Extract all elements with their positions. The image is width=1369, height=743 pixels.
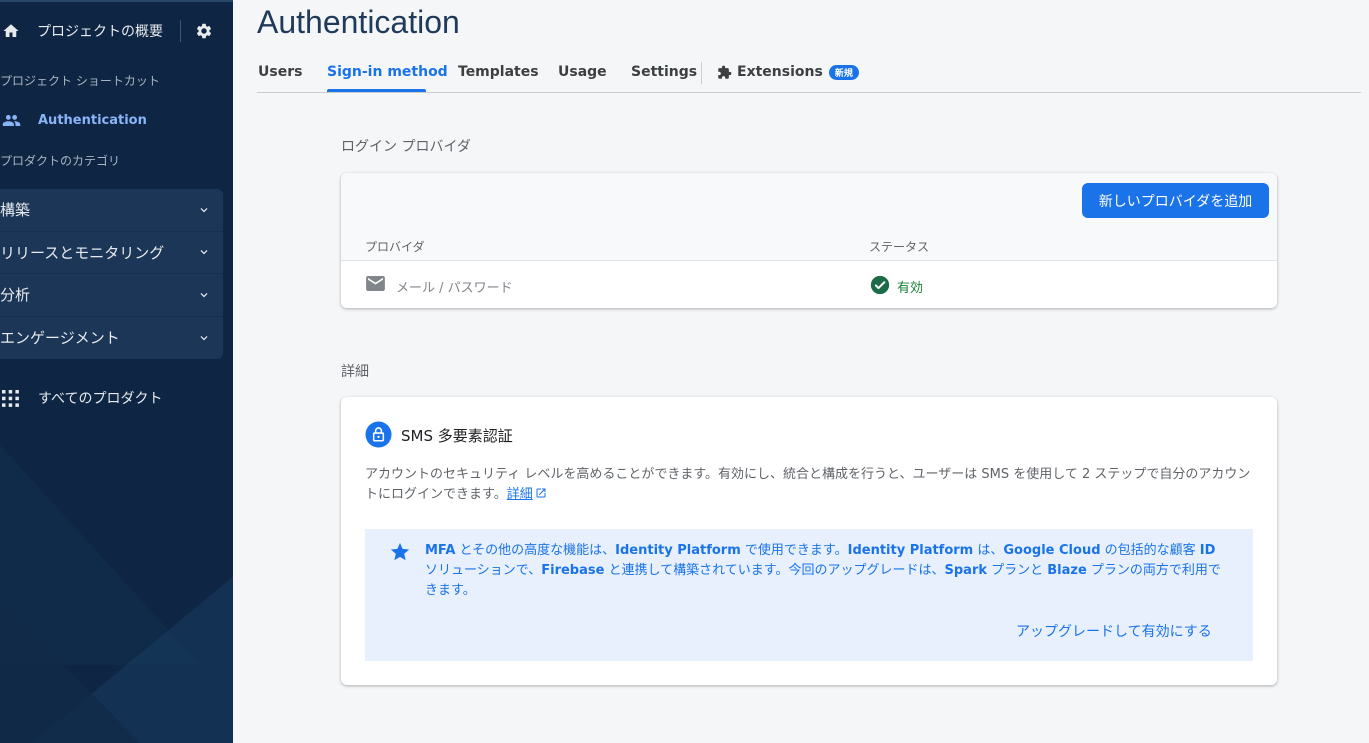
chevron-down-icon — [200, 335, 208, 341]
table-row[interactable]: メール / パスワード 有効 — [341, 260, 1277, 308]
all-products-item[interactable]: すべてのプロダクト — [0, 385, 233, 411]
provider-name: メール / パスワード — [396, 281, 513, 296]
check-circle-icon — [870, 275, 890, 295]
chevron-down-icon — [200, 207, 208, 213]
external-link-icon — [536, 488, 546, 498]
details-link[interactable]: 詳細 — [507, 487, 547, 502]
sidebar-divider — [0, 0, 233, 2]
tab-users[interactable]: Users — [258, 64, 302, 80]
lock-icon — [365, 421, 392, 448]
chevron-down-icon — [200, 292, 208, 298]
home-icon — [2, 22, 20, 40]
page-title: Authentication — [257, 4, 460, 40]
sms-mfa-title: SMS 多要素認証 — [401, 427, 513, 445]
details-link-label: 詳細 — [506, 487, 533, 502]
category-label: 構築 — [0, 201, 31, 220]
sms-mfa-description-text: アカウントのセキュリティ レベルを高めることができます。有効にし、統合と構成を行… — [365, 467, 1251, 502]
providers-card: 新しいプロバイダを追加 プロバイダ ステータス メール / パスワード 有効 — [341, 173, 1277, 308]
details-section-label: 詳細 — [341, 364, 369, 380]
category-label: 分析 — [0, 286, 31, 305]
people-icon — [2, 111, 21, 130]
project-overview-item[interactable]: プロジェクトの概要 — [0, 10, 233, 52]
providers-section-label: ログイン プロバイダ — [341, 139, 471, 155]
gear-icon[interactable] — [195, 22, 213, 40]
category-label: リリースとモニタリング — [0, 243, 165, 262]
apps-grid-icon — [2, 389, 19, 407]
project-overview-label: プロジェクトの概要 — [37, 24, 163, 40]
all-products-label: すべてのプロダクト — [38, 391, 163, 407]
mail-icon — [366, 276, 385, 291]
categories-header: プロダクトのカテゴリ — [0, 154, 121, 168]
sidebar-item-authentication[interactable]: Authentication — [0, 106, 233, 134]
sms-mfa-description: アカウントのセキュリティ レベルを高めることができます。有効にし、統合と構成を行… — [365, 465, 1255, 505]
category-analytics[interactable]: 分析 — [0, 274, 223, 317]
column-header-status: ステータス — [869, 240, 930, 254]
sidebar: プロジェクトの概要 プロジェクト ショートカット Authentication … — [0, 0, 233, 743]
status-badge: 有効 — [897, 281, 924, 296]
new-badge: 新規 — [828, 64, 859, 80]
tab-extensions-label: Extensions — [737, 64, 823, 80]
category-engagement[interactable]: エンゲージメント — [0, 317, 223, 360]
tab-usage[interactable]: Usage — [558, 64, 607, 80]
category-build[interactable]: 構築 — [0, 189, 223, 232]
tab-divider — [701, 62, 702, 84]
category-release-monitoring[interactable]: リリースとモニタリング — [0, 232, 223, 274]
tab-sign-in-method[interactable]: Sign-in method — [327, 64, 448, 80]
sidebar-item-label: Authentication — [38, 112, 147, 128]
tab-templates[interactable]: Templates — [458, 64, 539, 80]
tab-extensions[interactable]: Extensions 新規 — [717, 64, 859, 80]
upgrade-enable-link[interactable]: アップグレードして有効にする — [1016, 621, 1212, 641]
puzzle-icon — [718, 65, 732, 79]
active-tab-indicator — [327, 89, 426, 92]
tab-bar: Users Sign-in method Templates Usage Set… — [257, 56, 1361, 93]
upgrade-info-text: MFA とその他の高度な機能は、Identity Platform で使用できま… — [425, 543, 1221, 598]
column-header-provider: プロバイダ — [365, 240, 425, 254]
chevron-down-icon — [200, 250, 208, 255]
category-list: 構築 リリースとモニタリング 分析 エンゲージメント — [0, 189, 223, 359]
shortcuts-header: プロジェクト ショートカット — [0, 74, 160, 88]
upgrade-info-box: MFA とその他の高度な機能は、Identity Platform で使用できま… — [365, 529, 1253, 661]
tab-settings[interactable]: Settings — [631, 64, 697, 80]
star-icon — [390, 542, 410, 561]
sidebar-decoration — [0, 600, 140, 743]
add-provider-button[interactable]: 新しいプロバイダを追加 — [1082, 183, 1269, 218]
category-label: エンゲージメント — [0, 329, 120, 348]
sms-mfa-card: SMS 多要素認証 アカウントのセキュリティ レベルを高めることができます。有効… — [341, 397, 1277, 685]
overview-divider — [180, 20, 181, 42]
